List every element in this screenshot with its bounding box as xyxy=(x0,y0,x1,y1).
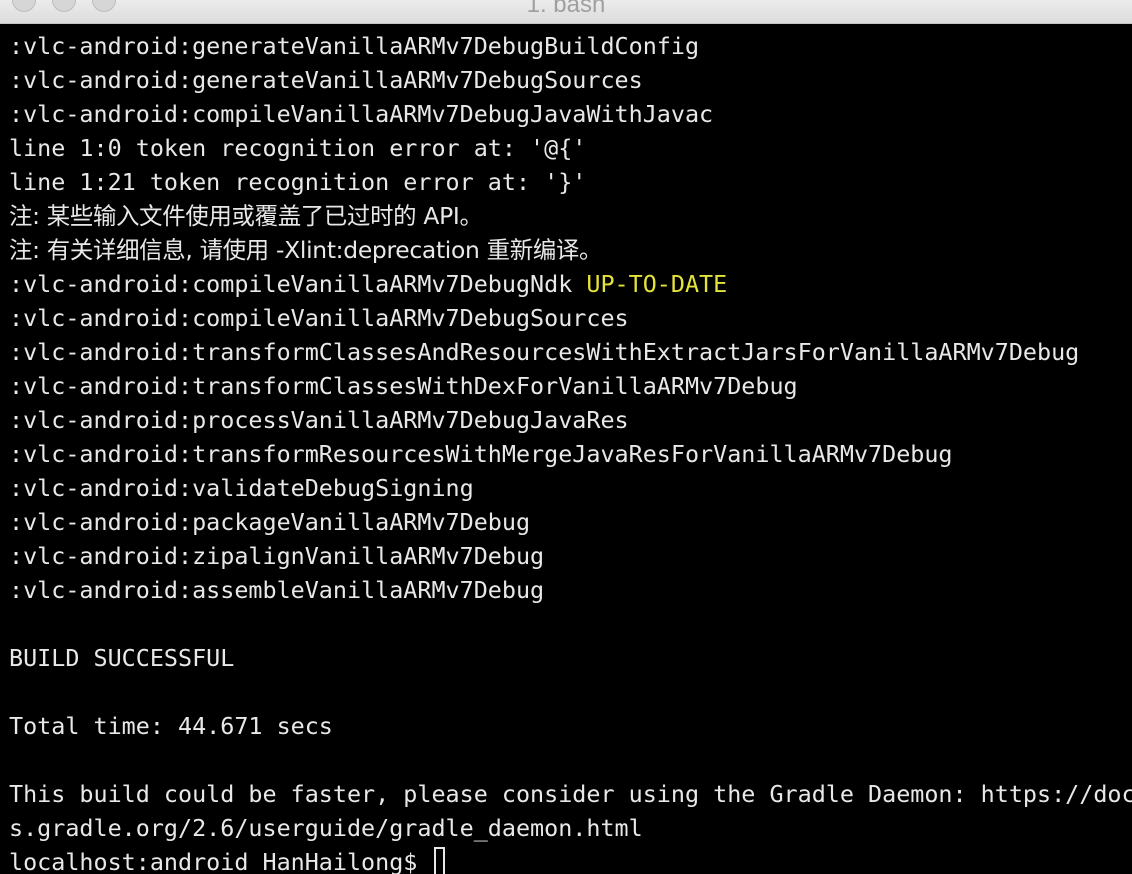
output-line: :vlc-android:compileVanillaARMv7DebugSou… xyxy=(9,304,629,332)
output-line: :vlc-android:packageVanillaARMv7Debug xyxy=(9,508,531,536)
output-line: 注: 某些输入文件使用或覆盖了已过时的 API。 xyxy=(9,202,483,230)
output-line: s.gradle.org/2.6/userguide/gradle_daemon… xyxy=(9,814,643,842)
text-cursor xyxy=(434,846,446,874)
window-title: 1. bash xyxy=(526,0,606,18)
output-line: :vlc-android:compileVanillaARMv7DebugJav… xyxy=(9,100,714,128)
shell-prompt: localhost:android HanHailong$ xyxy=(9,848,432,874)
output-line: :vlc-android:transformClassesWithDexForV… xyxy=(9,372,798,400)
output-line: line 1:21 token recognition error at: '}… xyxy=(9,168,587,196)
output-line: :vlc-android:validateDebugSigning xyxy=(9,474,474,502)
terminal-window: 1. bash :vlc-android:generateVanillaARMv… xyxy=(0,0,1132,874)
build-total-time: Total time: 44.671 secs xyxy=(9,712,333,740)
output-line: :vlc-android:generateVanillaARMv7DebugSo… xyxy=(9,66,643,94)
output-line: This build could be faster, please consi… xyxy=(9,780,1132,808)
output-line: :vlc-android:transformResourcesWithMerge… xyxy=(9,440,953,468)
up-to-date-label: UP-TO-DATE xyxy=(586,270,728,298)
title-bar: 1. bash xyxy=(0,0,1132,24)
output-line: :vlc-android:transformClassesAndResource… xyxy=(9,338,1080,366)
output-line: :vlc-android:zipalignVanillaARMv7Debug xyxy=(9,542,545,570)
prompt-line[interactable]: localhost:android HanHailong$ xyxy=(9,845,1132,874)
output-line: 注: 有关详细信息, 请使用 -Xlint:deprecation 重新编译。 xyxy=(9,236,603,264)
output-line: :vlc-android:compileVanillaARMv7DebugNdk… xyxy=(9,267,1132,301)
output-line: :vlc-android:generateVanillaARMv7DebugBu… xyxy=(9,32,700,60)
output-line: :vlc-android:assembleVanillaARMv7Debug xyxy=(9,576,545,604)
terminal-output[interactable]: :vlc-android:generateVanillaARMv7DebugBu… xyxy=(0,24,1132,874)
task-name: :vlc-android:compileVanillaARMv7DebugNdk xyxy=(9,270,587,298)
build-status: BUILD SUCCESSFUL xyxy=(9,644,235,672)
output-line: :vlc-android:processVanillaARMv7DebugJav… xyxy=(9,406,629,434)
output-line: line 1:0 token recognition error at: '@{… xyxy=(9,134,587,162)
